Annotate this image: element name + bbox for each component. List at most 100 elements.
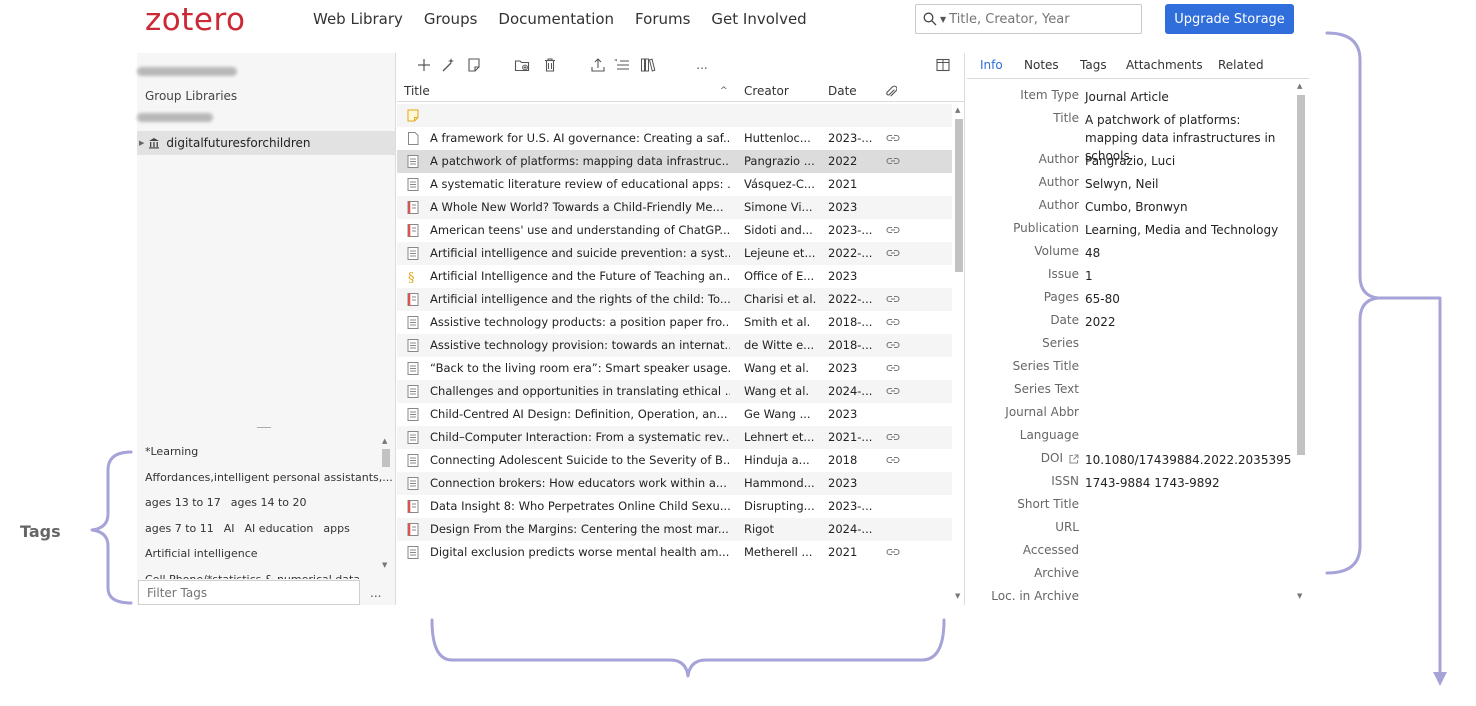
table-row[interactable]: Design From the Margins: Centering the m… bbox=[397, 518, 952, 541]
external-link-icon[interactable] bbox=[1069, 453, 1079, 464]
magic-wand-icon[interactable] bbox=[439, 56, 457, 74]
tag[interactable]: Affordances,intelligent personal assista… bbox=[145, 471, 393, 484]
table-row[interactable]: Challenges and opportunities in translat… bbox=[397, 380, 952, 403]
scroll-thumb[interactable] bbox=[382, 449, 390, 467]
field-value[interactable]: 48 bbox=[1085, 244, 1290, 262]
zotero-logo[interactable]: zotero bbox=[145, 2, 246, 38]
redacted-library[interactable] bbox=[137, 113, 213, 122]
search-box[interactable]: ▼ bbox=[915, 4, 1142, 34]
attachment-column-paperclip-icon[interactable] bbox=[885, 85, 898, 101]
scroll-thumb[interactable] bbox=[1297, 95, 1305, 455]
scroll-up-icon[interactable]: ▲ bbox=[382, 437, 387, 445]
link-attachment-icon[interactable] bbox=[886, 385, 900, 397]
tag[interactable]: ages 14 to 20 bbox=[231, 496, 307, 509]
scroll-down-icon[interactable]: ▼ bbox=[955, 592, 960, 600]
field-value[interactable]: Pangrazio, Luci bbox=[1085, 152, 1290, 170]
column-title[interactable]: Title bbox=[404, 84, 430, 98]
link-attachment-icon[interactable] bbox=[886, 224, 900, 236]
trash-icon[interactable] bbox=[541, 56, 559, 74]
pane-splitter[interactable] bbox=[257, 427, 271, 428]
table-row[interactable]: Data Insight 8: Who Perpetrates Online C… bbox=[397, 495, 952, 518]
nav-link-web-library[interactable]: Web Library bbox=[313, 10, 403, 28]
tag[interactable]: ages 7 to 11 bbox=[145, 522, 214, 535]
table-row[interactable]: Artificial intelligence and the rights o… bbox=[397, 288, 952, 311]
more-icon[interactable]: ... bbox=[693, 56, 711, 74]
link-attachment-icon[interactable] bbox=[886, 362, 900, 374]
tab-tags[interactable]: Tags bbox=[1080, 58, 1107, 72]
table-row[interactable]: Child–Computer Interaction: From a syste… bbox=[397, 426, 952, 449]
scroll-down-icon[interactable]: ▼ bbox=[382, 561, 387, 569]
detail-scrollbar[interactable]: ▲ ▼ bbox=[1295, 80, 1307, 602]
link-attachment-icon[interactable] bbox=[886, 431, 900, 443]
nav-link-get-involved[interactable]: Get Involved bbox=[711, 10, 806, 28]
scroll-down-icon[interactable]: ▼ bbox=[1297, 592, 1302, 600]
search-mode-caret-icon[interactable]: ▼ bbox=[940, 15, 946, 24]
table-row[interactable]: A patchwork of platforms: mapping data i… bbox=[397, 150, 952, 173]
field-value[interactable]: Cumbo, Bronwyn bbox=[1085, 198, 1290, 216]
link-attachment-icon[interactable] bbox=[886, 293, 900, 305]
new-note-icon[interactable] bbox=[465, 56, 483, 74]
tag[interactable]: AI bbox=[224, 522, 235, 535]
tag-actions-more-button[interactable]: ... bbox=[370, 586, 381, 600]
table-row[interactable]: Child-Centred AI Design: Definition, Ope… bbox=[397, 403, 952, 426]
expand-triangle-icon[interactable]: ▶ bbox=[139, 139, 144, 147]
collection-digitalfuturesforchildren[interactable]: ▶ digitalfuturesforchildren bbox=[137, 131, 395, 155]
table-row[interactable]: “Back to the living room era”: Smart spe… bbox=[397, 357, 952, 380]
tab-info[interactable]: Info bbox=[980, 58, 1003, 72]
link-attachment-icon[interactable] bbox=[886, 247, 900, 259]
nav-link-forums[interactable]: Forums bbox=[635, 10, 690, 28]
table-row[interactable]: Connection brokers: How educators work w… bbox=[397, 472, 952, 495]
tag[interactable]: AI education bbox=[245, 522, 314, 535]
scroll-thumb[interactable] bbox=[955, 119, 963, 272]
new-item-icon[interactable] bbox=[415, 56, 433, 74]
table-row[interactable]: § Artificial Intelligence and the Future … bbox=[397, 265, 952, 288]
column-date[interactable]: Date bbox=[828, 84, 857, 98]
columns-icon[interactable] bbox=[934, 56, 952, 74]
table-row[interactable]: Assistive technology provision: towards … bbox=[397, 334, 952, 357]
link-attachment-icon[interactable] bbox=[886, 132, 900, 144]
tag[interactable]: Artificial intelligence bbox=[145, 547, 258, 560]
export-icon[interactable] bbox=[589, 56, 607, 74]
add-to-collection-icon[interactable] bbox=[513, 56, 531, 74]
search-icon[interactable] bbox=[923, 11, 939, 27]
link-attachment-icon[interactable] bbox=[886, 316, 900, 328]
table-row[interactable]: American teens' use and understanding of… bbox=[397, 219, 952, 242]
scroll-up-icon[interactable]: ▲ bbox=[955, 106, 960, 114]
table-row[interactable]: Artificial intelligence and suicide prev… bbox=[397, 242, 952, 265]
column-creator[interactable]: Creator bbox=[744, 84, 789, 98]
table-row[interactable]: Digital exclusion predicts worse mental … bbox=[397, 541, 952, 564]
table-row[interactable]: Assistive technology products: a positio… bbox=[397, 311, 952, 334]
library-bookshelf-icon[interactable] bbox=[639, 56, 657, 74]
tab-related[interactable]: Related bbox=[1218, 58, 1264, 72]
link-attachment-icon[interactable] bbox=[886, 546, 900, 558]
tag[interactable]: *Learning bbox=[145, 445, 198, 458]
field-value[interactable]: Learning, Media and Technology bbox=[1085, 221, 1290, 239]
tab-attachments[interactable]: Attachments bbox=[1126, 58, 1203, 72]
link-attachment-icon[interactable] bbox=[886, 339, 900, 351]
upgrade-storage-button[interactable]: Upgrade Storage bbox=[1165, 4, 1294, 34]
field-value[interactable]: 1743-9884 1743-9892 bbox=[1085, 474, 1290, 492]
table-row[interactable]: Connecting Adolescent Suicide to the Sev… bbox=[397, 449, 952, 472]
redacted-my-library[interactable] bbox=[137, 67, 237, 76]
tag[interactable]: Cell Phone/*statistics & numerical data bbox=[145, 573, 360, 580]
link-attachment-icon[interactable] bbox=[886, 454, 900, 466]
nav-link-documentation[interactable]: Documentation bbox=[498, 10, 614, 28]
tab-notes[interactable]: Notes bbox=[1024, 58, 1059, 72]
sort-ascending-icon[interactable]: ^ bbox=[720, 86, 728, 96]
table-row[interactable] bbox=[397, 104, 952, 127]
nav-link-groups[interactable]: Groups bbox=[424, 10, 477, 28]
cite-icon[interactable]: " bbox=[613, 56, 631, 74]
field-value[interactable]: 2022 bbox=[1085, 313, 1290, 331]
search-input[interactable] bbox=[949, 11, 1135, 27]
filter-tags-input[interactable] bbox=[138, 580, 360, 605]
tag[interactable]: ages 13 to 17 bbox=[145, 496, 221, 509]
table-row[interactable]: A framework for U.S. AI governance: Crea… bbox=[397, 127, 952, 150]
field-value[interactable]: 1 bbox=[1085, 267, 1290, 285]
tag-scrollbar[interactable]: ▲ ▼ bbox=[381, 433, 391, 573]
field-value[interactable]: 65-80 bbox=[1085, 290, 1290, 308]
field-value[interactable]: 10.1080/17439884.2022.2035395 bbox=[1085, 451, 1291, 469]
link-attachment-icon[interactable] bbox=[886, 155, 900, 167]
items-scrollbar[interactable]: ▲ ▼ bbox=[953, 104, 964, 604]
table-row[interactable]: A systematic literature review of educat… bbox=[397, 173, 952, 196]
field-value[interactable]: Selwyn, Neil bbox=[1085, 175, 1290, 193]
